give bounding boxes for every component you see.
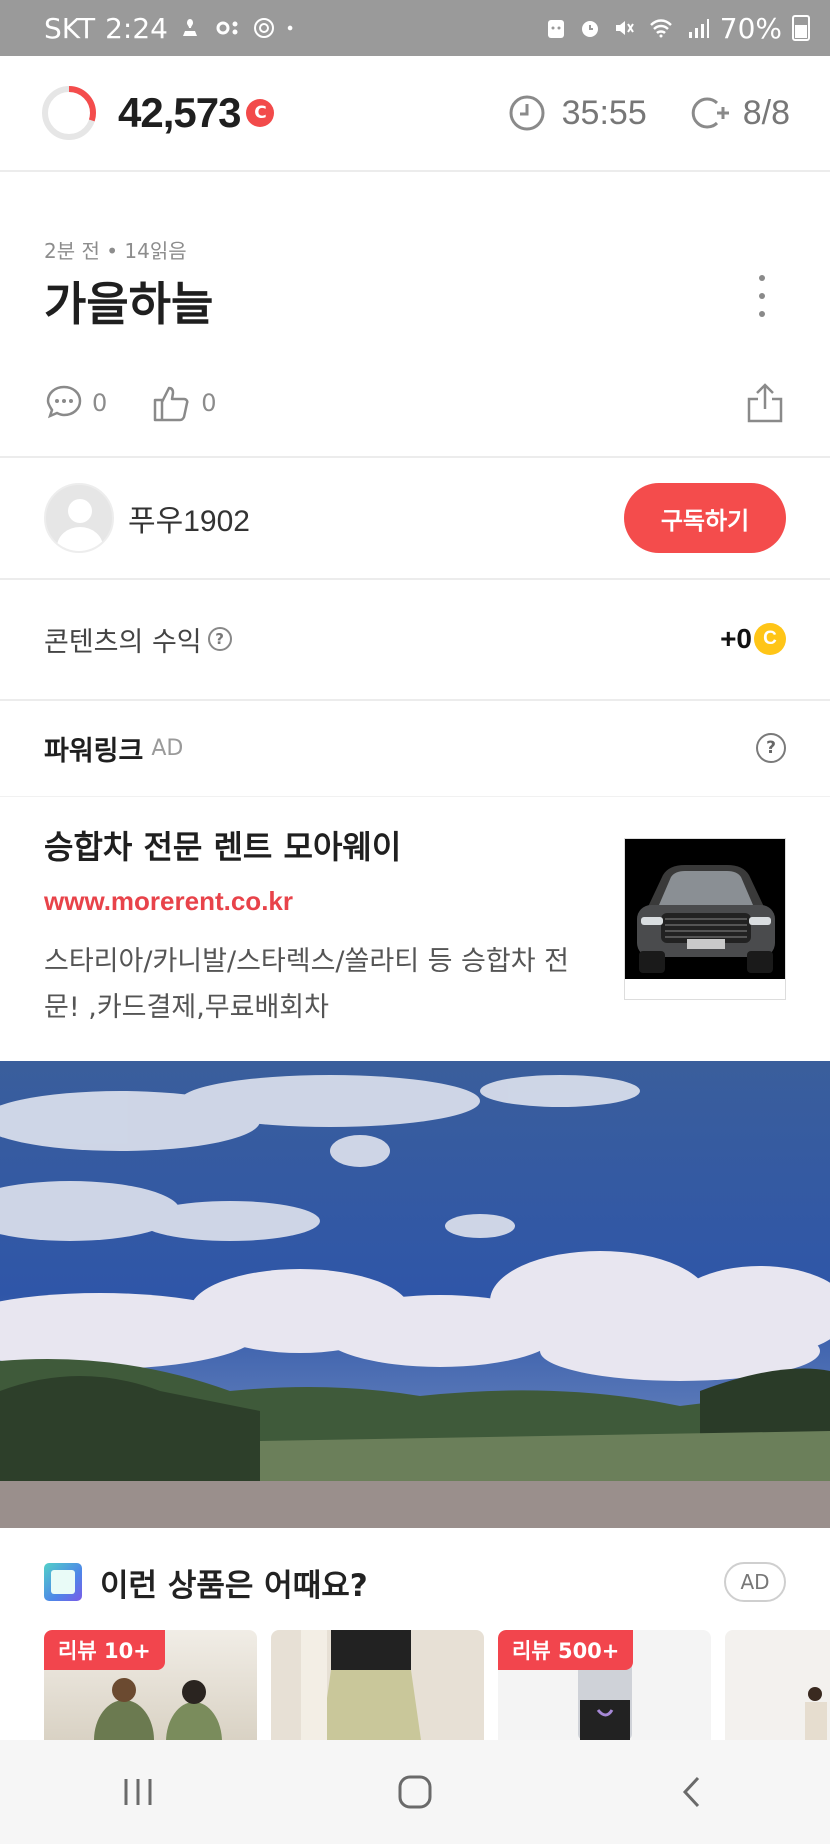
divider xyxy=(0,796,830,797)
notification-icon xyxy=(182,19,197,36)
timer-value: 35:55 xyxy=(561,93,647,132)
wifi-icon xyxy=(649,19,672,38)
recent-apps-button[interactable] xyxy=(98,1762,178,1822)
signal-icon xyxy=(688,19,709,38)
article-actions: 0 0 xyxy=(44,378,784,428)
comment-icon xyxy=(46,385,82,419)
ad-label: AD xyxy=(151,735,184,761)
battery-label: 70% xyxy=(719,11,782,45)
coin-counter: 8/8 xyxy=(691,94,790,133)
revenue-value: +0 C xyxy=(720,623,786,655)
help-icon[interactable]: ? xyxy=(207,627,232,651)
clock-label: 2:24 xyxy=(105,11,168,45)
home-icon xyxy=(398,1775,432,1809)
article-photo[interactable] xyxy=(0,1061,830,1528)
system-nav-bar xyxy=(0,1740,830,1844)
summary-bar: 42,573 C 35:55 8/8 xyxy=(0,56,830,172)
divider xyxy=(0,699,830,701)
ad-badge[interactable]: AD xyxy=(724,1562,786,1602)
toggle-icon xyxy=(216,21,238,35)
settings-icon xyxy=(253,18,274,38)
clock-icon xyxy=(509,95,545,131)
like-count: 0 xyxy=(201,389,217,417)
article-title: 가을하늘 xyxy=(44,277,214,331)
car-image xyxy=(625,839,785,999)
coin-plus-icon xyxy=(691,97,729,129)
dot-icon xyxy=(287,25,293,31)
counter-value: 8/8 xyxy=(742,93,790,132)
back-button[interactable] xyxy=(652,1762,732,1822)
recommend-title: 이런 상품은 어때요? xyxy=(100,1567,368,1604)
subscribe-button[interactable]: 구독하기 xyxy=(624,483,786,553)
powerlink-ad[interactable]: 승합차 전문 렌트 모아웨이 www.morerent.co.kr 스타리아/카… xyxy=(44,822,786,1031)
face-icon xyxy=(547,20,564,38)
avatar[interactable] xyxy=(44,483,114,553)
share-icon xyxy=(747,383,783,423)
mute-icon xyxy=(615,21,634,35)
battery-icon xyxy=(792,15,810,41)
product-image xyxy=(301,1630,421,1740)
powerlink-header: 파워링크 AD ? xyxy=(44,728,786,768)
divider xyxy=(0,578,830,580)
carrier-label: SKT xyxy=(44,11,96,45)
revenue-amount: +0 xyxy=(720,623,752,654)
points-total: 42,573 xyxy=(118,89,241,136)
alarm-icon xyxy=(581,21,598,37)
ad-thumbnail[interactable] xyxy=(624,838,786,1000)
author-name[interactable]: 푸우1902 xyxy=(128,496,250,540)
content-revenue-row: 콘텐츠의 수익 ? +0 C xyxy=(44,618,786,660)
coin-icon: C xyxy=(754,623,786,655)
status-bar: SKT 2:24 70% xyxy=(0,0,830,56)
ad-description: 스타리아/카니발/스타렉스/쏠라티 등 승합차 전문! ,카드결제,무료배회차 xyxy=(44,946,569,1023)
product-card[interactable]: 리뷰 10+ xyxy=(44,1630,257,1740)
help-icon[interactable]: ? xyxy=(756,733,786,763)
recent-apps-icon xyxy=(124,1779,152,1805)
more-options-icon[interactable] xyxy=(752,275,772,317)
product-card[interactable]: 리뷰 500+ xyxy=(498,1630,711,1740)
like-button[interactable]: 0 xyxy=(151,382,217,424)
timer: 35:55 xyxy=(508,94,647,133)
powerlink-title: 파워링크 xyxy=(44,735,144,767)
author-row: 푸우1902 구독하기 xyxy=(44,482,786,554)
product-carousel[interactable]: 리뷰 10+ 리뷰 500+ xyxy=(44,1630,830,1740)
shopping-bag-icon xyxy=(44,1563,82,1601)
review-badge: 리뷰 10+ xyxy=(44,1630,165,1670)
product-card[interactable] xyxy=(725,1630,830,1740)
product-card[interactable] xyxy=(271,1630,484,1740)
revenue-label: 콘텐츠의 수익 xyxy=(44,626,202,658)
progress-ring xyxy=(42,86,96,140)
recommend-header: 이런 상품은 어때요? AD xyxy=(44,1562,786,1604)
coin-badge-icon: C xyxy=(246,99,275,127)
article-meta: 2분 전 • 14읽음 xyxy=(44,239,187,263)
divider xyxy=(0,456,830,458)
comment-count: 0 xyxy=(92,389,108,417)
sky-landscape-image xyxy=(0,1061,830,1528)
comment-button[interactable]: 0 xyxy=(44,383,107,423)
back-icon xyxy=(682,1776,699,1808)
review-badge: 리뷰 500+ xyxy=(498,1630,634,1670)
share-button[interactable] xyxy=(746,381,784,425)
home-button[interactable] xyxy=(375,1762,455,1822)
thumbs-up-icon xyxy=(154,386,189,422)
product-image xyxy=(805,1687,827,1740)
